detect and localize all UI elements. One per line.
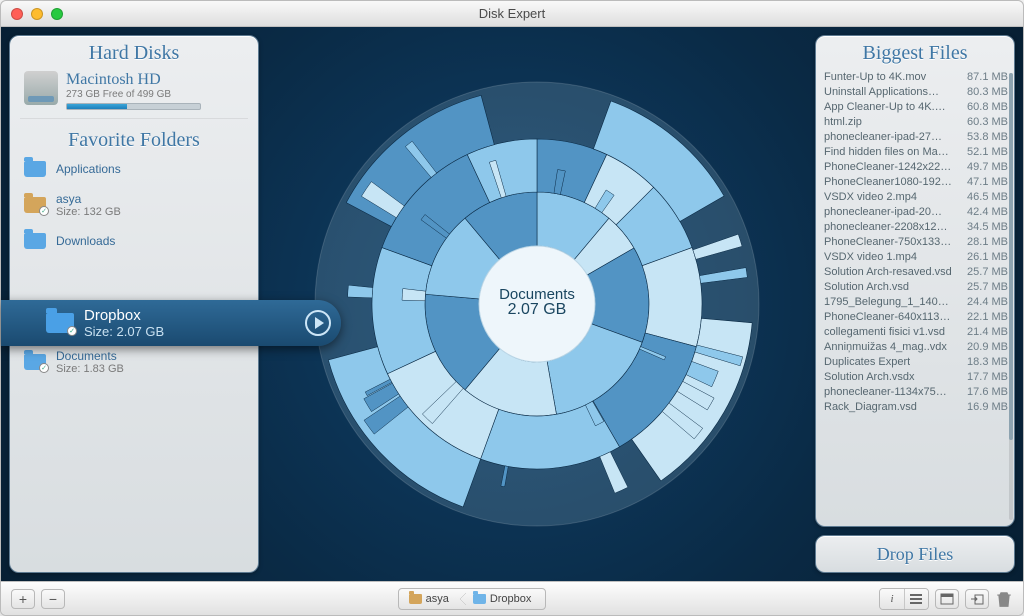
hard-disk-icon — [24, 71, 58, 105]
file-row[interactable]: VSDX video 1.mp426.1 MB — [822, 249, 1010, 264]
disk-meta: 273 GB Free of 499 GB — [66, 89, 201, 100]
disk-name: Macintosh HD — [66, 71, 201, 89]
file-row[interactable]: Uninstall Applications…80.3 MB — [822, 84, 1010, 99]
folder-icon: ✓ — [46, 313, 74, 333]
home-folder-icon — [409, 594, 422, 604]
file-row[interactable]: Solution Arch-resaved.vsd25.7 MB — [822, 264, 1010, 279]
add-button[interactable]: + — [11, 589, 35, 609]
file-row[interactable]: phonecleaner-1134x750.psd17.6 MB — [822, 384, 1010, 399]
window-title: Disk Expert — [1, 6, 1023, 21]
breadcrumb-dropbox[interactable]: Dropbox — [463, 593, 546, 605]
hard-disks-header: Hard Disks — [10, 36, 258, 67]
footer-toolbar: + − asya Dropbox i — [1, 581, 1023, 615]
sidebar-item-asya[interactable]: ✓ asya Size: 132 GB — [20, 188, 248, 222]
file-row[interactable]: PhoneCleaner1080-1920.mov47.1 MB — [822, 174, 1010, 189]
content-area: Hard Disks Macintosh HD 273 GB Free of 4… — [1, 27, 1023, 581]
file-row[interactable]: Solution Arch.vsd25.7 MB — [822, 279, 1010, 294]
file-row[interactable]: collegamenti fisici v1.vsd21.4 MB — [822, 324, 1010, 339]
drop-files-panel[interactable]: Drop Files — [815, 535, 1015, 573]
sidebar-item-applications[interactable]: Applications — [20, 154, 248, 184]
file-row[interactable]: html.zip60.3 MB — [822, 114, 1010, 129]
biggest-files-header: Biggest Files — [816, 36, 1014, 67]
info-view-button[interactable]: i — [880, 589, 904, 609]
file-row[interactable]: phonecleaner-ipad-27…53.8 MB — [822, 129, 1010, 144]
chart-segment[interactable] — [348, 285, 373, 298]
folder-icon: ✓ — [24, 354, 46, 370]
file-row[interactable]: PhoneCleaner-750x1334.mov28.1 MB — [822, 234, 1010, 249]
file-row[interactable]: Solution Arch.vsdx17.7 MB — [822, 369, 1010, 384]
file-row[interactable]: PhoneCleaner-1242x2208.mov49.7 MB — [822, 159, 1010, 174]
chart-area: Documents 2.07 GB — [267, 35, 807, 573]
file-row[interactable]: phonecleaner-ipad-20…42.4 MB — [822, 204, 1010, 219]
breadcrumb-asya[interactable]: asya — [399, 593, 463, 605]
favorites-header: Favorite Folders — [20, 119, 248, 154]
sidebar-item-dropbox-selected[interactable]: ✓ Dropbox Size: 2.07 GB — [1, 300, 341, 346]
reveal-icon — [940, 593, 954, 605]
remove-button[interactable]: − — [41, 589, 65, 609]
file-row[interactable]: Duplicates Expert18.3 MB — [822, 354, 1010, 369]
file-row[interactable]: App Cleaner-Up to 4K.mov60.8 MB — [822, 99, 1010, 114]
selected-folder-name: Dropbox — [84, 307, 164, 324]
file-row[interactable]: phonecleaner-2208x1242.psd34.5 MB — [822, 219, 1010, 234]
app-window: Disk Expert Hard Disks Macintosh HD 273 … — [0, 0, 1024, 616]
right-column: Biggest Files Funter-Up to 4K.mov87.1 MB… — [815, 35, 1015, 573]
reveal-button[interactable] — [935, 589, 959, 609]
file-row[interactable]: Funter-Up to 4K.mov87.1 MB — [822, 69, 1010, 84]
titlebar[interactable]: Disk Expert — [1, 1, 1023, 27]
chart-segment[interactable] — [642, 248, 702, 347]
file-row[interactable]: VSDX video 2.mp446.5 MB — [822, 189, 1010, 204]
file-row[interactable]: Rack_Diagram.vsd16.9 MB — [822, 399, 1010, 414]
folder-icon — [24, 233, 46, 249]
scan-button[interactable] — [305, 310, 331, 336]
view-mode-segment: i — [879, 588, 929, 610]
file-row[interactable]: Anniņmuižas 4_mag..vdx20.9 MB — [822, 339, 1010, 354]
list-icon — [910, 594, 922, 604]
file-row[interactable]: PhoneCleaner-640x1136.mov22.1 MB — [822, 309, 1010, 324]
folder-icon — [473, 594, 486, 604]
export-icon — [970, 593, 984, 605]
breadcrumb: asya Dropbox — [398, 588, 547, 610]
sunburst-chart[interactable]: Documents 2.07 GB — [307, 74, 767, 534]
file-row[interactable]: 1795_Belegung_1_140926.psd24.4 MB — [822, 294, 1010, 309]
folder-icon — [24, 161, 46, 177]
selected-folder-size: Size: 2.07 GB — [84, 324, 164, 339]
biggest-files-panel: Biggest Files Funter-Up to 4K.mov87.1 MB… — [815, 35, 1015, 527]
disk-item[interactable]: Macintosh HD 273 GB Free of 499 GB — [20, 67, 248, 119]
trash-icon[interactable] — [995, 590, 1013, 608]
scrollbar[interactable] — [1009, 73, 1013, 520]
list-view-button[interactable] — [904, 589, 928, 609]
sidebar-item-documents[interactable]: ✓ Documents Size: 1.83 GB — [20, 345, 248, 379]
sidebar-item-downloads[interactable]: Downloads — [20, 226, 248, 256]
chart-center-label: Documents 2.07 GB — [499, 286, 575, 319]
disk-usage-bar — [66, 103, 201, 110]
file-row[interactable]: Find hidden files on Ma…52.1 MB — [822, 144, 1010, 159]
export-button[interactable] — [965, 589, 989, 609]
home-folder-icon: ✓ — [24, 197, 46, 213]
